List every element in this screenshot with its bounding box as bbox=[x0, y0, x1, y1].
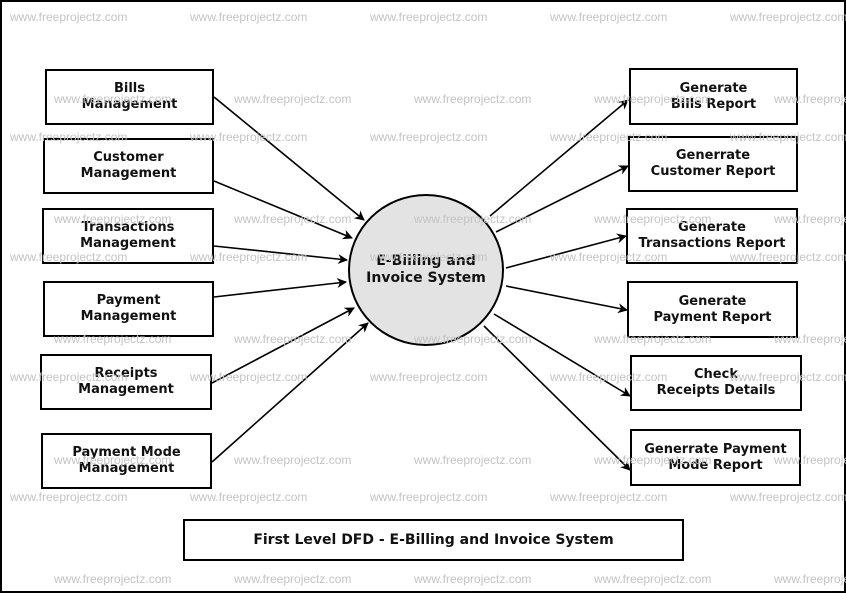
entity-line2: Management bbox=[80, 166, 177, 181]
entity-bills-management[interactable]: Bills Management bbox=[45, 69, 214, 125]
entity-check-receipts-details[interactable]: Check Receipts Details bbox=[630, 355, 802, 411]
entity-receipts-management[interactable]: Receipts Management bbox=[40, 354, 212, 410]
entity-line2: Biils Report bbox=[670, 96, 757, 112]
entity-payment-mode-management[interactable]: Payment Mode Management bbox=[41, 433, 212, 489]
entity-line1: Generate bbox=[678, 293, 747, 309]
output-flow-arrow bbox=[495, 165, 629, 233]
entity-line1: Check bbox=[694, 367, 738, 382]
output-flow-arrow bbox=[483, 325, 631, 471]
entity-line1: Generrate Payment bbox=[644, 441, 787, 457]
entity-line2: Management bbox=[81, 97, 178, 112]
output-flow-arrow bbox=[489, 99, 629, 217]
entity-line2: Management bbox=[78, 461, 175, 476]
entity-line2: Management bbox=[80, 236, 176, 251]
entity-generate-transactions-report[interactable]: Generate Transactions Report bbox=[626, 208, 798, 264]
input-flow-arrow bbox=[213, 278, 347, 298]
entity-transactions-management[interactable]: Transactions Management bbox=[42, 208, 214, 264]
process-line2: Invoice System bbox=[366, 270, 486, 286]
entity-generate-payment-mode-report[interactable]: Generrate Payment Mode Report bbox=[630, 429, 801, 486]
output-flow-arrow bbox=[505, 285, 628, 314]
input-flow-arrow bbox=[213, 180, 353, 240]
entity-line1: Customer bbox=[93, 150, 164, 165]
entity-line1: Receipts bbox=[94, 366, 158, 381]
process-e-billing-invoice-system[interactable]: E-Biiling and Invoice System bbox=[348, 194, 504, 346]
entity-line1: Payment bbox=[96, 293, 161, 308]
entity-line1: Transactions bbox=[81, 220, 175, 235]
entity-line2: Customer Report bbox=[650, 164, 776, 179]
diagram-title-text: First Level DFD - E-Billing and Invoice … bbox=[253, 532, 614, 548]
input-flow-arrow bbox=[211, 322, 369, 463]
entity-line2: Payment Report bbox=[653, 309, 772, 325]
entity-line2: Management bbox=[80, 309, 177, 324]
input-flow-arrow bbox=[213, 96, 365, 221]
entity-line2: Transactions Report bbox=[638, 236, 786, 251]
entity-line1: Bills bbox=[113, 81, 145, 96]
entity-line1: Payment Mode bbox=[72, 445, 181, 460]
entity-line1: Generate bbox=[679, 80, 748, 96]
entity-payment-management[interactable]: Payment Management bbox=[43, 281, 214, 337]
diagram-title: First Level DFD - E-Billing and Invoice … bbox=[183, 519, 684, 561]
entity-line1: Generrate bbox=[675, 148, 751, 163]
process-line1: E-Biiling and bbox=[376, 253, 476, 269]
entity-line1: Generate bbox=[678, 220, 746, 235]
entity-generate-customer-report[interactable]: Generrate Customer Report bbox=[628, 136, 798, 192]
entity-customer-management[interactable]: Customer Management bbox=[43, 138, 214, 194]
entity-generate-bills-report[interactable]: Generate Biils Report bbox=[629, 68, 798, 125]
input-flow-arrow bbox=[213, 245, 348, 265]
output-flow-arrow bbox=[505, 233, 627, 269]
entity-line2: Receipts Details bbox=[656, 383, 776, 398]
entity-line2: Mode Report bbox=[668, 457, 763, 473]
entity-line2: Management bbox=[78, 382, 174, 397]
entity-generate-payment-report[interactable]: Generate Payment Report bbox=[627, 281, 798, 338]
input-flow-arrow bbox=[211, 307, 355, 384]
